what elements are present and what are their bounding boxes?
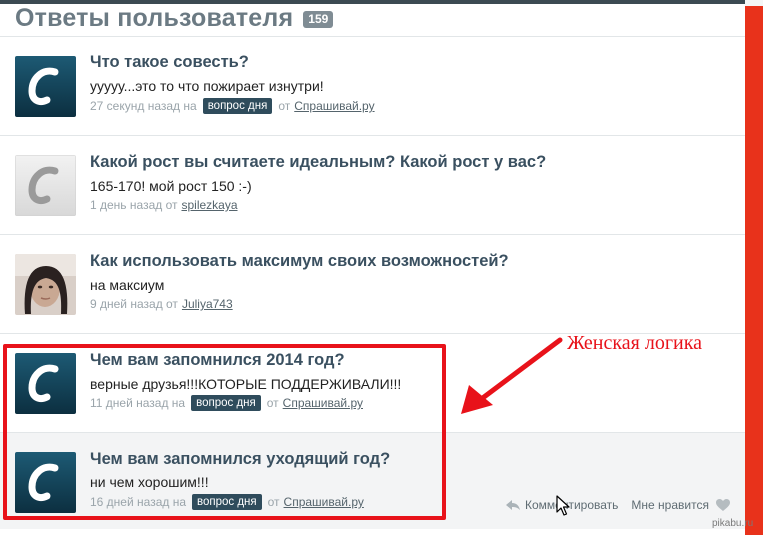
question-link[interactable]: Какой рост вы считаете идеальным? Какой … — [90, 153, 546, 172]
answer-meta: 9 дней назад от Juliya743 — [90, 297, 233, 311]
annotation-text: Женская логика — [567, 332, 703, 354]
logo-c-icon — [15, 56, 76, 117]
from-label: от — [278, 99, 291, 113]
right-strip-top — [745, 0, 763, 6]
answer-item: Как использовать максимум своих возможно… — [0, 235, 745, 333]
answer-time: 27 секунд назад на — [90, 99, 197, 113]
user-photo-avatar[interactable] — [15, 254, 76, 315]
answer-meta: 27 секунд назад на вопрос дня от Спрашив… — [90, 98, 375, 114]
answer-time: 9 дней назад от — [90, 297, 178, 311]
like-button[interactable]: Мне нравится — [631, 498, 731, 512]
highlight-frame — [3, 344, 446, 520]
item-actions: Комментировать Мне нравится — [505, 498, 731, 512]
author-link[interactable]: Juliya743 — [182, 297, 233, 311]
reply-arrow-icon — [506, 500, 520, 510]
logo-c-icon — [15, 155, 76, 216]
page-header: Ответы пользователя 159 — [15, 0, 735, 36]
answer-text: 165-170! мой рост 150 :-) — [90, 178, 252, 194]
answer-meta: 1 день назад от spilezkaya — [90, 198, 238, 212]
annotation-arrow-icon — [461, 337, 563, 414]
question-link[interactable]: Как использовать максимум своих возможно… — [90, 252, 509, 271]
comment-label: Комментировать — [525, 498, 619, 512]
page-title: Ответы пользователя — [15, 3, 294, 32]
question-link[interactable]: Что такое совесть? — [90, 53, 249, 72]
right-accent-strip — [745, 0, 763, 535]
answer-text: ууууу...это то что пожирает изнутри! — [90, 78, 324, 94]
like-label: Мне нравится — [631, 498, 709, 512]
answer-item: Что такое совесть? ууууу...это то что по… — [0, 37, 745, 135]
heart-icon — [715, 499, 730, 511]
site-logo-avatar[interactable] — [15, 56, 76, 117]
watermark-text: pikabu.ru — [712, 518, 754, 529]
user-photo — [15, 254, 76, 315]
answers-count-badge: 159 — [303, 10, 334, 28]
author-link[interactable]: Спрашивай.ру — [294, 99, 374, 113]
answer-item: Какой рост вы считаете идеальным? Какой … — [0, 136, 745, 234]
mouse-cursor-icon — [556, 495, 570, 516]
answer-text: на максиум — [90, 277, 165, 293]
author-link[interactable]: spilezkaya — [181, 198, 237, 212]
tag-badge[interactable]: вопрос дня — [202, 98, 273, 114]
site-logo-avatar[interactable] — [15, 155, 76, 216]
answer-time: 1 день назад от — [90, 198, 178, 212]
